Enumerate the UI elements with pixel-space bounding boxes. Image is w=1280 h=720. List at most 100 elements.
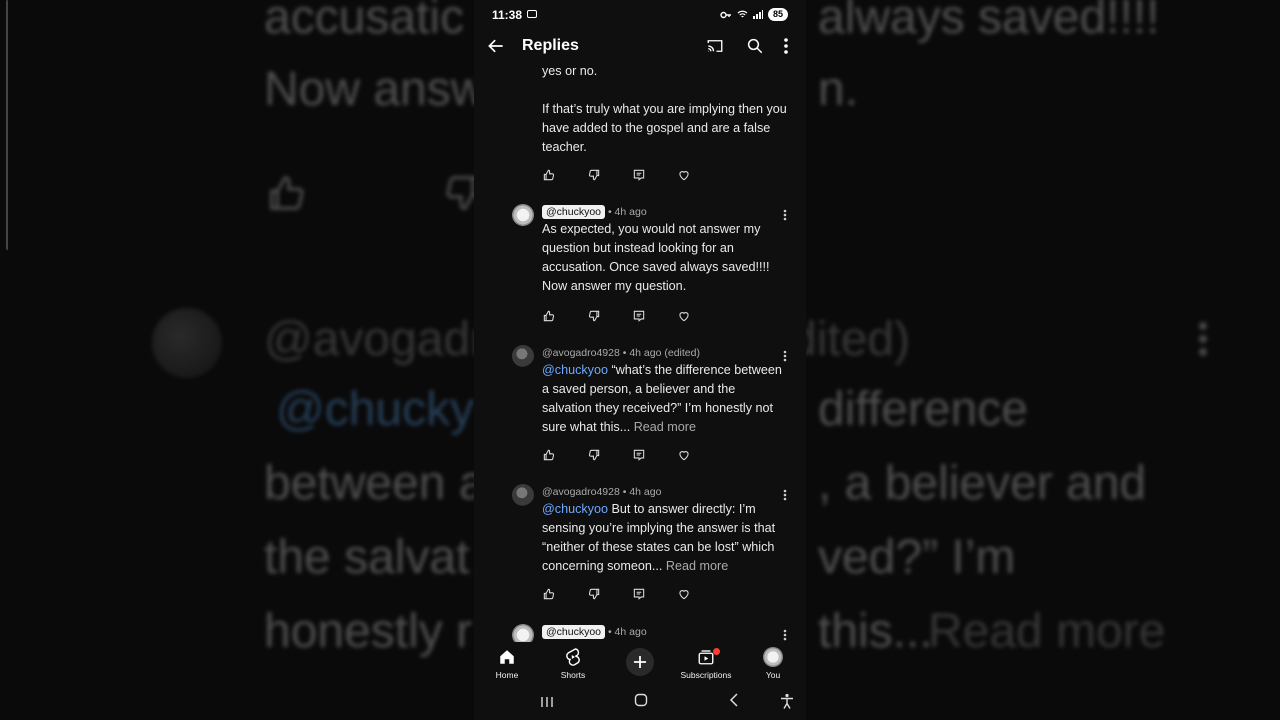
reply-meta: @chuckyoo • 4h ago [542,625,647,639]
bg-text: , a believer and [818,457,1147,510]
reply-icon[interactable] [632,587,677,603]
bg-text: accusatic [264,0,465,44]
more-vert-icon[interactable] [783,628,787,642]
comment-actions [542,448,722,464]
bg-text: n. [818,63,859,116]
reply-icon[interactable] [632,309,677,325]
bg-text: @chucky [276,383,475,436]
heart-icon[interactable] [677,168,722,184]
avatar[interactable] [512,484,534,506]
back-chevron-icon[interactable] [728,693,740,712]
mention-link[interactable]: @chuckyoo [542,363,608,377]
comment-actions [542,309,722,325]
bg-text: difference [818,383,1028,436]
nav-label: Home [495,670,519,680]
search-icon[interactable] [746,37,764,60]
read-more-link[interactable]: Read more [662,559,728,573]
reply-text: @chuckyoo But to answer directly: I’m se… [542,500,787,576]
page-title: Replies [522,37,579,54]
reply-meta: @chuckyoo • 4h ago [542,205,647,219]
nav-home[interactable]: Home [477,646,537,680]
bg-text: dited) [790,313,911,366]
accessibility-icon[interactable] [780,693,794,714]
mention-link[interactable]: @chuckyoo [542,502,608,516]
reply-text: @chuckyoo “what’s the difference between… [542,361,787,437]
create-button[interactable] [626,648,654,676]
signal-icon [752,10,763,19]
avatar[interactable] [512,204,534,226]
back-arrow-icon[interactable] [486,36,506,61]
author-name[interactable]: @avogadro4928 [542,486,620,498]
subscriptions-icon [676,646,736,668]
heart-icon[interactable] [677,587,722,603]
status-time: 11:38 [492,8,523,22]
bg-text: Read more [928,605,1166,658]
author-badge[interactable]: @chuckyoo [542,205,606,219]
author-name[interactable]: @avogadro4928 [542,347,620,359]
author-badge[interactable]: @chuckyoo [542,625,606,639]
system-nav [474,684,806,720]
reply-time: • 4h ago (edited) [622,347,700,359]
create-plus-icon [634,656,646,668]
key-icon [720,11,731,18]
bg-text: honestly r [264,605,473,658]
status-icons: 85 [720,8,788,21]
shorts-icon [543,646,603,668]
comment-line: If that’s truly what you are implying th… [542,102,787,154]
notification-dot [713,648,720,655]
replies-list: yes or no. If that’s truly what you are … [474,62,806,642]
dislike-icon[interactable] [587,168,632,184]
nav-subscriptions[interactable]: Subscriptions [676,646,736,680]
reply-icon[interactable] [632,168,677,184]
like-icon[interactable] [542,168,587,184]
heart-icon[interactable] [677,309,722,325]
like-icon[interactable] [542,309,587,325]
comment-line: yes or no. [542,64,598,78]
battery-badge: 85 [767,8,788,21]
app-bar: Replies [474,30,806,62]
bg-text: Now answ [264,63,486,116]
bg-thumb-up-icon [264,170,310,221]
you-avatar [763,647,783,667]
bottom-nav: Home Shorts Subscriptions You [474,642,806,684]
reply-time: • 4h ago [607,206,647,218]
nav-label: You [765,670,781,680]
wifi-icon [737,10,748,18]
heart-icon[interactable] [677,448,722,464]
bg-text: ved?” I’m [818,531,1016,584]
status-bar: 11:38 85 [474,0,806,30]
bg-text: the salvat [264,531,470,584]
like-icon[interactable] [542,587,587,603]
nav-label: Shorts [560,670,586,680]
nav-label: Subscriptions [680,670,732,680]
read-more-link[interactable]: Read more [630,420,696,434]
home-circle-icon[interactable] [634,693,648,712]
screen-record-icon [527,10,537,18]
like-icon[interactable] [542,448,587,464]
comment-actions [542,168,722,184]
bg-text: between a [264,457,486,510]
recents-icon[interactable] [540,695,554,714]
nav-shorts[interactable]: Shorts [543,646,603,680]
reply-icon[interactable] [632,448,677,464]
bg-more-vert-icon [1199,322,1209,361]
reply-text: As expected, you would not answer my que… [542,220,787,296]
reply-body: As expected, you would not answer my que… [542,222,770,293]
reply-time: • 4h ago [607,626,647,638]
home-icon [477,646,537,668]
avatar[interactable] [512,624,534,642]
bg-avatar [152,308,222,378]
bg-text: this... [818,605,933,658]
cast-icon[interactable] [706,37,724,60]
dislike-icon[interactable] [587,309,632,325]
nav-you[interactable]: You [743,646,803,680]
more-vert-icon[interactable] [784,38,788,59]
bg-text: always saved!!!! [818,0,1160,44]
avatar[interactable] [512,345,534,367]
comment-text: yes or no. If that’s truly what you are … [542,62,792,157]
phone-screen: 11:38 85 Replies yes or no. If that’s tr… [474,0,806,720]
comment-actions [542,587,722,603]
reply-meta: @avogadro4928 • 4h ago [542,486,661,498]
dislike-icon[interactable] [587,587,632,603]
dislike-icon[interactable] [587,448,632,464]
